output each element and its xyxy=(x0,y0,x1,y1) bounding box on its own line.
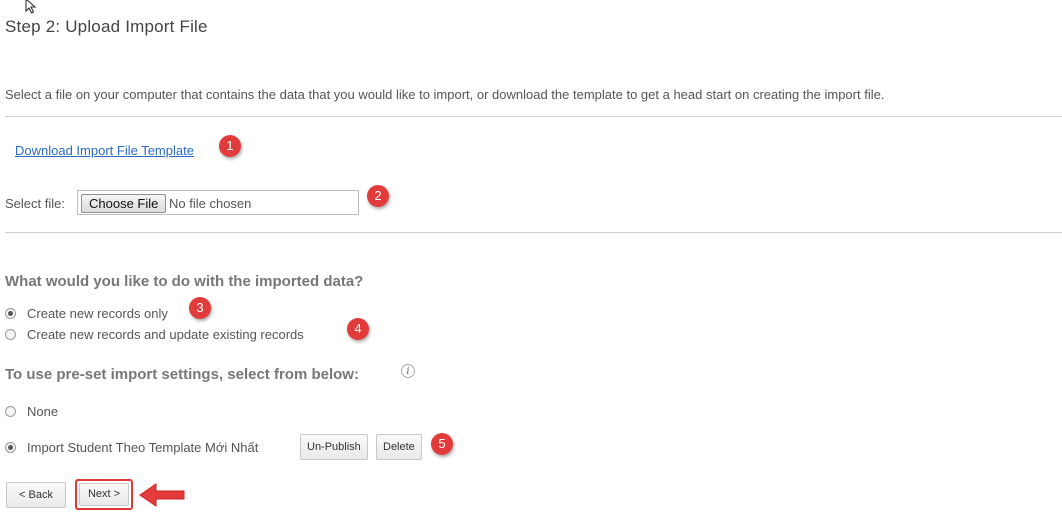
delete-button[interactable]: Delete xyxy=(376,434,422,460)
option-label: None xyxy=(27,404,59,419)
radio-button[interactable] xyxy=(5,442,16,453)
next-highlight-box xyxy=(75,479,133,510)
choose-file-button[interactable]: Choose File xyxy=(81,194,167,213)
divider-middle xyxy=(5,232,1062,233)
import-mode-question: What would you like to do with the impor… xyxy=(5,273,364,290)
radio-button[interactable] xyxy=(5,329,16,340)
info-icon[interactable]: i xyxy=(401,364,415,378)
unpublish-button[interactable]: Un-Publish xyxy=(300,434,368,460)
radio-button[interactable] xyxy=(5,308,16,319)
mouse-cursor-icon xyxy=(25,0,37,14)
radio-button[interactable] xyxy=(5,406,16,417)
preset-option-none[interactable]: None xyxy=(5,404,58,419)
annotation-badge-5: 5 xyxy=(431,433,453,455)
file-input[interactable]: Choose File No file chosen xyxy=(77,190,359,215)
back-button[interactable]: < Back xyxy=(6,482,66,508)
page-title: Step 2: Upload Import File xyxy=(5,17,208,36)
option-label: Import Student Theo Template Mới Nhất xyxy=(27,440,259,455)
arrow-left-icon xyxy=(139,483,185,507)
option-label: Create new records only xyxy=(27,306,168,321)
file-status-text: No file chosen xyxy=(169,196,252,211)
preset-heading: To use pre-set import settings, select f… xyxy=(5,366,359,383)
annotation-badge-2: 2 xyxy=(367,185,389,207)
annotation-badge-4: 4 xyxy=(347,318,369,340)
option-create-and-update[interactable]: Create new records and update existing r… xyxy=(5,327,304,342)
annotation-badge-3: 3 xyxy=(189,297,211,319)
option-create-new-only[interactable]: Create new records only xyxy=(5,306,168,321)
preset-option-import-student[interactable]: Import Student Theo Template Mới Nhất xyxy=(5,440,258,455)
instructions-text: Select a file on your computer that cont… xyxy=(5,87,885,102)
divider-top xyxy=(5,116,1062,117)
option-label: Create new records and update existing r… xyxy=(27,327,304,342)
annotation-badge-1: 1 xyxy=(219,135,241,157)
select-file-label: Select file: xyxy=(5,196,65,211)
download-template-link[interactable]: Download Import File Template xyxy=(15,143,194,158)
